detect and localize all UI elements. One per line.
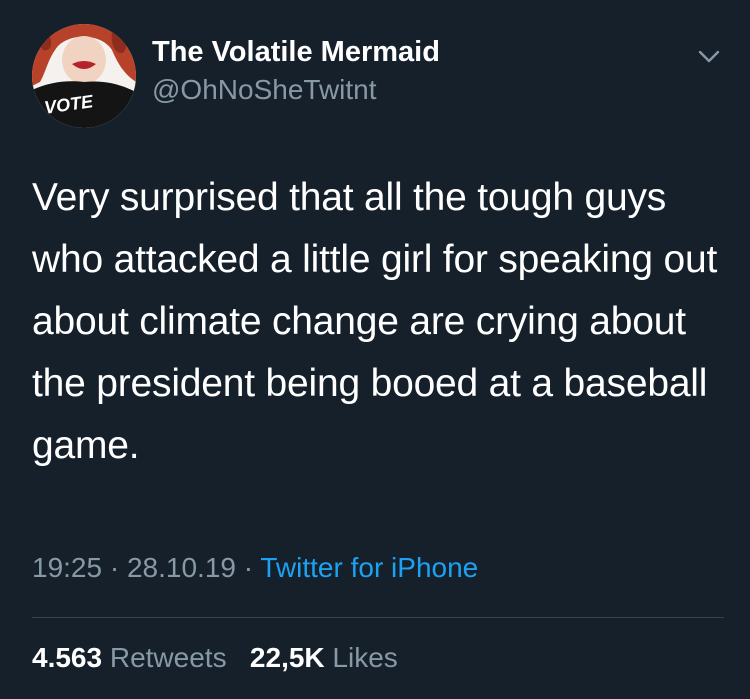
meta-separator: · <box>109 552 120 583</box>
likes-stat[interactable]: 22,5K Likes <box>250 642 398 673</box>
tweet-meta: 19:25 · 28.10.19 · Twitter for iPhone <box>32 552 478 584</box>
handle[interactable]: @OhNoSheTwitnt <box>152 74 377 106</box>
meta-separator: · <box>243 552 254 583</box>
display-name[interactable]: The Volatile Mermaid <box>152 36 440 69</box>
tweet-card: VOTE The Volatile Mermaid @OhNoSheTwitnt… <box>0 0 750 699</box>
tweet-date: 28.10.19 <box>126 552 236 583</box>
divider <box>32 617 724 618</box>
retweets-count: 4.563 <box>32 642 103 673</box>
avatar-image: VOTE <box>32 24 136 128</box>
chevron-down-icon[interactable] <box>694 44 724 68</box>
avatar[interactable]: VOTE <box>32 24 136 128</box>
retweets-stat[interactable]: 4.563 Retweets <box>32 642 234 673</box>
retweets-label: Retweets <box>109 642 227 673</box>
tweet-source-link[interactable]: Twitter for iPhone <box>260 552 478 583</box>
likes-label: Likes <box>332 642 398 673</box>
likes-count: 22,5K <box>249 642 325 673</box>
tweet-text: Very surprised that all the tough guys w… <box>32 176 718 467</box>
tweet-time: 19:25 <box>32 552 103 583</box>
tweet-stats: 4.563 Retweets 22,5K Likes <box>32 642 398 674</box>
